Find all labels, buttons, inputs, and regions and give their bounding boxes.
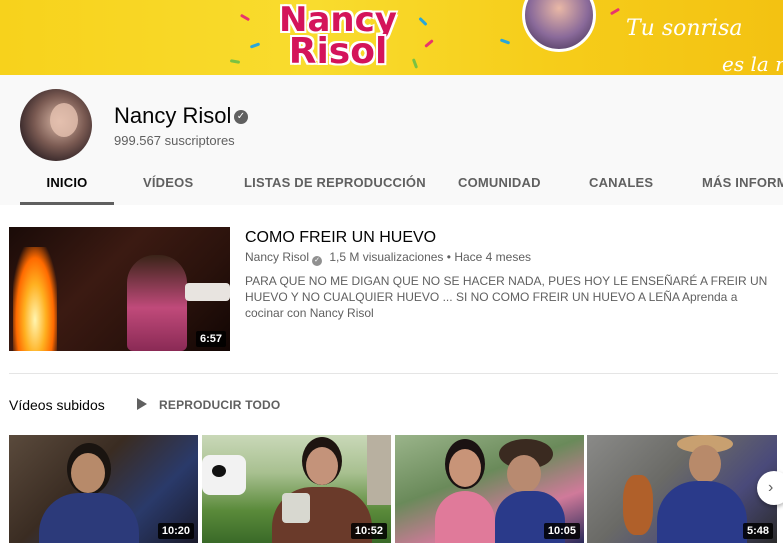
featured-video-title[interactable]: COMO FREIR UN HUEVO [245, 229, 436, 247]
thumb-image-detail [282, 493, 310, 523]
check-icon: ✓ [312, 256, 323, 266]
confetti-decoration [424, 39, 434, 48]
thumb-image-detail [306, 447, 338, 485]
tab-channels[interactable]: CANALES [589, 165, 653, 205]
video-duration: 10:20 [157, 523, 194, 539]
confetti-decoration [609, 7, 621, 16]
check-icon: ✓ [234, 110, 248, 124]
featured-age: Hace 4 meses [454, 250, 532, 264]
video-duration: 6:57 [195, 331, 226, 347]
tab-playlists[interactable]: LISTAS DE REPRODUCCIÓN [244, 165, 426, 205]
confetti-decoration [229, 59, 241, 64]
banner-title: Nancy Risol [258, 3, 418, 72]
section-divider [9, 373, 778, 374]
video-thumbnail[interactable]: 10:20 [9, 435, 198, 543]
tab-about[interactable]: MÁS INFORMACIÓN [702, 165, 783, 205]
shelf-title[interactable]: Vídeos subidos [9, 397, 105, 413]
cloth-image-detail [185, 283, 230, 301]
youtube-channel-page: Nancy Risol Tu sonrisa es la r Nancy Ris… [0, 0, 783, 543]
banner-title-line2: Risol [288, 31, 388, 72]
confetti-decoration [239, 13, 251, 22]
fire-image-detail [13, 247, 57, 351]
guitar-image-detail [623, 475, 653, 535]
confetti-decoration [418, 16, 428, 27]
thumb-image-detail [39, 493, 139, 543]
thumb-image-detail [689, 445, 721, 483]
featured-video-thumbnail[interactable]: 6:57 [9, 227, 230, 351]
featured-views: 1,5 M visualizaciones [329, 250, 444, 264]
channel-header: Nancy Risol ✓ 999.567 suscriptores INICI… [0, 75, 783, 205]
confetti-decoration [499, 38, 511, 45]
video-thumbnail[interactable]: 10:05 [395, 435, 584, 543]
thumb-image-detail [71, 453, 105, 493]
video-duration: 10:05 [543, 523, 580, 539]
featured-video-meta: Nancy Risol ✓ 1,5 M visualizaciones • Hac… [245, 250, 531, 266]
banner-photo [522, 0, 596, 52]
banner-slogan: Tu sonrisa [626, 16, 743, 41]
thumb-image-detail [212, 465, 226, 477]
tab-videos[interactable]: VÍDEOS [143, 165, 193, 205]
channel-name: Nancy Risol [114, 103, 232, 128]
chevron-right-icon[interactable]: › [757, 471, 783, 505]
channel-tabs: INICIO VÍDEOS LISTAS DE REPRODUCCIÓN COM… [0, 165, 783, 205]
channel-content: 6:57 COMO FREIR UN HUEVO Nancy Risol ✓ 1,… [0, 205, 783, 543]
video-duration: 5:48 [742, 523, 773, 539]
thumb-image-detail [367, 435, 391, 505]
tab-community[interactable]: COMUNIDAD [458, 165, 541, 205]
play-icon[interactable] [137, 398, 147, 410]
video-thumbnail[interactable]: 10:52 [202, 435, 391, 543]
thumb-image-detail [657, 481, 747, 543]
video-thumbnail[interactable]: 5:48 [587, 435, 777, 543]
featured-video-description: PARA QUE NO ME DIGAN QUE NO SE HACER NAD… [245, 274, 768, 320]
banner-slogan-line2: es la r [722, 52, 783, 75]
thumb-image-detail [507, 455, 541, 493]
channel-avatar[interactable] [20, 89, 92, 161]
play-all-button[interactable]: REPRODUCIR TODO [159, 398, 280, 412]
channel-banner: Nancy Risol Tu sonrisa es la r [0, 0, 783, 75]
subscriber-count: 999.567 suscriptores [114, 133, 235, 148]
thumb-image-detail [449, 449, 481, 487]
thumb-image-detail [435, 491, 495, 543]
featured-channel-link[interactable]: Nancy Risol [245, 250, 309, 264]
meta-separator: • [446, 250, 451, 264]
person-image-detail [127, 255, 187, 351]
tab-inicio[interactable]: INICIO [20, 165, 114, 205]
video-duration: 10:52 [350, 523, 387, 539]
